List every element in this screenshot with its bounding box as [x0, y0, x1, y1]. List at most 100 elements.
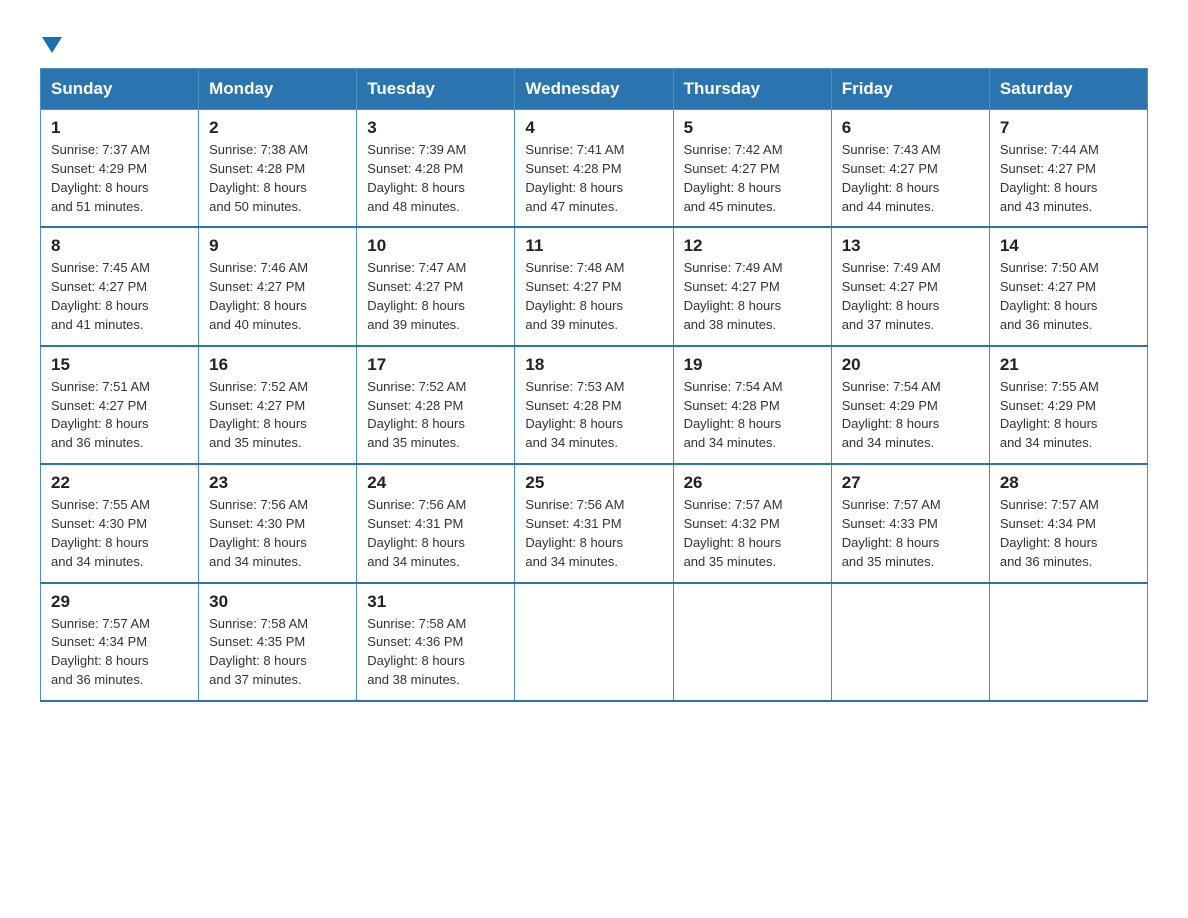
weekday-header-wednesday: Wednesday: [515, 69, 673, 110]
weekday-header-thursday: Thursday: [673, 69, 831, 110]
day-info: Sunrise: 7:55 AMSunset: 4:29 PMDaylight:…: [1000, 378, 1137, 453]
day-number: 9: [209, 236, 346, 256]
day-number: 7: [1000, 118, 1137, 138]
day-info: Sunrise: 7:46 AMSunset: 4:27 PMDaylight:…: [209, 259, 346, 334]
day-number: 17: [367, 355, 504, 375]
calendar-cell: 15 Sunrise: 7:51 AMSunset: 4:27 PMDayligh…: [41, 346, 199, 464]
calendar-cell: 30 Sunrise: 7:58 AMSunset: 4:35 PMDayligh…: [199, 583, 357, 701]
weekday-header-row: SundayMondayTuesdayWednesdayThursdayFrid…: [41, 69, 1148, 110]
calendar-cell: 12 Sunrise: 7:49 AMSunset: 4:27 PMDayligh…: [673, 227, 831, 345]
calendar-cell: [673, 583, 831, 701]
week-row-1: 1 Sunrise: 7:37 AMSunset: 4:29 PMDaylight…: [41, 110, 1148, 228]
day-info: Sunrise: 7:58 AMSunset: 4:36 PMDaylight:…: [367, 615, 504, 690]
day-number: 3: [367, 118, 504, 138]
day-number: 2: [209, 118, 346, 138]
day-number: 20: [842, 355, 979, 375]
day-number: 13: [842, 236, 979, 256]
page-header: [40, 30, 1148, 58]
week-row-2: 8Sunrise: 7:45 AMSunset: 4:27 PMDaylight…: [41, 227, 1148, 345]
weekday-header-friday: Friday: [831, 69, 989, 110]
calendar-cell: 19 Sunrise: 7:54 AMSunset: 4:28 PMDayligh…: [673, 346, 831, 464]
day-number: 22: [51, 473, 188, 493]
day-number: 31: [367, 592, 504, 612]
logo: [40, 30, 62, 58]
calendar-cell: 21 Sunrise: 7:55 AMSunset: 4:29 PMDayligh…: [989, 346, 1147, 464]
day-number: 18: [525, 355, 662, 375]
day-info: Sunrise: 7:52 AMSunset: 4:28 PMDaylight:…: [367, 378, 504, 453]
day-info: Sunrise: 7:42 AMSunset: 4:27 PMDaylight:…: [684, 141, 821, 216]
calendar-cell: 26 Sunrise: 7:57 AMSunset: 4:32 PMDayligh…: [673, 464, 831, 582]
calendar-cell: 24Sunrise: 7:56 AMSunset: 4:31 PMDayligh…: [357, 464, 515, 582]
weekday-header-sunday: Sunday: [41, 69, 199, 110]
day-number: 26: [684, 473, 821, 493]
calendar-cell: 27 Sunrise: 7:57 AMSunset: 4:33 PMDayligh…: [831, 464, 989, 582]
calendar-cell: 10 Sunrise: 7:47 AMSunset: 4:27 PMDayligh…: [357, 227, 515, 345]
week-row-3: 15 Sunrise: 7:51 AMSunset: 4:27 PMDayligh…: [41, 346, 1148, 464]
calendar-cell: [831, 583, 989, 701]
calendar-cell: 16Sunrise: 7:52 AMSunset: 4:27 PMDayligh…: [199, 346, 357, 464]
day-info: Sunrise: 7:39 AMSunset: 4:28 PMDaylight:…: [367, 141, 504, 216]
day-info: Sunrise: 7:56 AMSunset: 4:31 PMDaylight:…: [525, 496, 662, 571]
logo-general-row: [40, 30, 62, 58]
day-number: 4: [525, 118, 662, 138]
day-info: Sunrise: 7:51 AMSunset: 4:27 PMDaylight:…: [51, 378, 188, 453]
day-info: Sunrise: 7:52 AMSunset: 4:27 PMDaylight:…: [209, 378, 346, 453]
day-info: Sunrise: 7:53 AMSunset: 4:28 PMDaylight:…: [525, 378, 662, 453]
calendar-cell: 14 Sunrise: 7:50 AMSunset: 4:27 PMDayligh…: [989, 227, 1147, 345]
day-number: 21: [1000, 355, 1137, 375]
weekday-header-tuesday: Tuesday: [357, 69, 515, 110]
day-number: 5: [684, 118, 821, 138]
calendar-cell: 28Sunrise: 7:57 AMSunset: 4:34 PMDayligh…: [989, 464, 1147, 582]
calendar-cell: 11 Sunrise: 7:48 AMSunset: 4:27 PMDayligh…: [515, 227, 673, 345]
day-info: Sunrise: 7:54 AMSunset: 4:28 PMDaylight:…: [684, 378, 821, 453]
calendar-cell: 6Sunrise: 7:43 AMSunset: 4:27 PMDaylight…: [831, 110, 989, 228]
day-number: 8: [51, 236, 188, 256]
day-info: Sunrise: 7:58 AMSunset: 4:35 PMDaylight:…: [209, 615, 346, 690]
day-info: Sunrise: 7:54 AMSunset: 4:29 PMDaylight:…: [842, 378, 979, 453]
day-number: 1: [51, 118, 188, 138]
day-info: Sunrise: 7:49 AMSunset: 4:27 PMDaylight:…: [842, 259, 979, 334]
day-number: 14: [1000, 236, 1137, 256]
calendar-cell: 23Sunrise: 7:56 AMSunset: 4:30 PMDayligh…: [199, 464, 357, 582]
day-info: Sunrise: 7:38 AMSunset: 4:28 PMDaylight:…: [209, 141, 346, 216]
week-row-4: 22Sunrise: 7:55 AMSunset: 4:30 PMDayligh…: [41, 464, 1148, 582]
day-info: Sunrise: 7:50 AMSunset: 4:27 PMDaylight:…: [1000, 259, 1137, 334]
day-info: Sunrise: 7:57 AMSunset: 4:33 PMDaylight:…: [842, 496, 979, 571]
day-number: 27: [842, 473, 979, 493]
day-number: 25: [525, 473, 662, 493]
day-info: Sunrise: 7:57 AMSunset: 4:34 PMDaylight:…: [51, 615, 188, 690]
day-number: 15: [51, 355, 188, 375]
day-info: Sunrise: 7:56 AMSunset: 4:30 PMDaylight:…: [209, 496, 346, 571]
calendar-cell: 7 Sunrise: 7:44 AMSunset: 4:27 PMDaylight…: [989, 110, 1147, 228]
calendar-cell: [989, 583, 1147, 701]
calendar-cell: 18 Sunrise: 7:53 AMSunset: 4:28 PMDayligh…: [515, 346, 673, 464]
calendar-cell: 20 Sunrise: 7:54 AMSunset: 4:29 PMDayligh…: [831, 346, 989, 464]
day-info: Sunrise: 7:44 AMSunset: 4:27 PMDaylight:…: [1000, 141, 1137, 216]
day-info: Sunrise: 7:49 AMSunset: 4:27 PMDaylight:…: [684, 259, 821, 334]
calendar-cell: 8Sunrise: 7:45 AMSunset: 4:27 PMDaylight…: [41, 227, 199, 345]
calendar-cell: 4 Sunrise: 7:41 AMSunset: 4:28 PMDaylight…: [515, 110, 673, 228]
logo-triangle-icon: [42, 37, 62, 53]
weekday-header-monday: Monday: [199, 69, 357, 110]
day-info: Sunrise: 7:57 AMSunset: 4:34 PMDaylight:…: [1000, 496, 1137, 571]
day-number: 6: [842, 118, 979, 138]
calendar-cell: 31 Sunrise: 7:58 AMSunset: 4:36 PMDayligh…: [357, 583, 515, 701]
week-row-5: 29 Sunrise: 7:57 AMSunset: 4:34 PMDayligh…: [41, 583, 1148, 701]
day-number: 12: [684, 236, 821, 256]
day-number: 29: [51, 592, 188, 612]
day-number: 19: [684, 355, 821, 375]
day-info: Sunrise: 7:48 AMSunset: 4:27 PMDaylight:…: [525, 259, 662, 334]
calendar-cell: 13 Sunrise: 7:49 AMSunset: 4:27 PMDayligh…: [831, 227, 989, 345]
day-info: Sunrise: 7:57 AMSunset: 4:32 PMDaylight:…: [684, 496, 821, 571]
calendar-cell: 2 Sunrise: 7:38 AMSunset: 4:28 PMDaylight…: [199, 110, 357, 228]
day-number: 30: [209, 592, 346, 612]
calendar-cell: 17 Sunrise: 7:52 AMSunset: 4:28 PMDayligh…: [357, 346, 515, 464]
calendar-cell: 3 Sunrise: 7:39 AMSunset: 4:28 PMDaylight…: [357, 110, 515, 228]
day-info: Sunrise: 7:37 AMSunset: 4:29 PMDaylight:…: [51, 141, 188, 216]
day-number: 11: [525, 236, 662, 256]
day-info: Sunrise: 7:47 AMSunset: 4:27 PMDaylight:…: [367, 259, 504, 334]
day-info: Sunrise: 7:41 AMSunset: 4:28 PMDaylight:…: [525, 141, 662, 216]
calendar-cell: 1 Sunrise: 7:37 AMSunset: 4:29 PMDaylight…: [41, 110, 199, 228]
calendar-cell: 29 Sunrise: 7:57 AMSunset: 4:34 PMDayligh…: [41, 583, 199, 701]
day-number: 10: [367, 236, 504, 256]
